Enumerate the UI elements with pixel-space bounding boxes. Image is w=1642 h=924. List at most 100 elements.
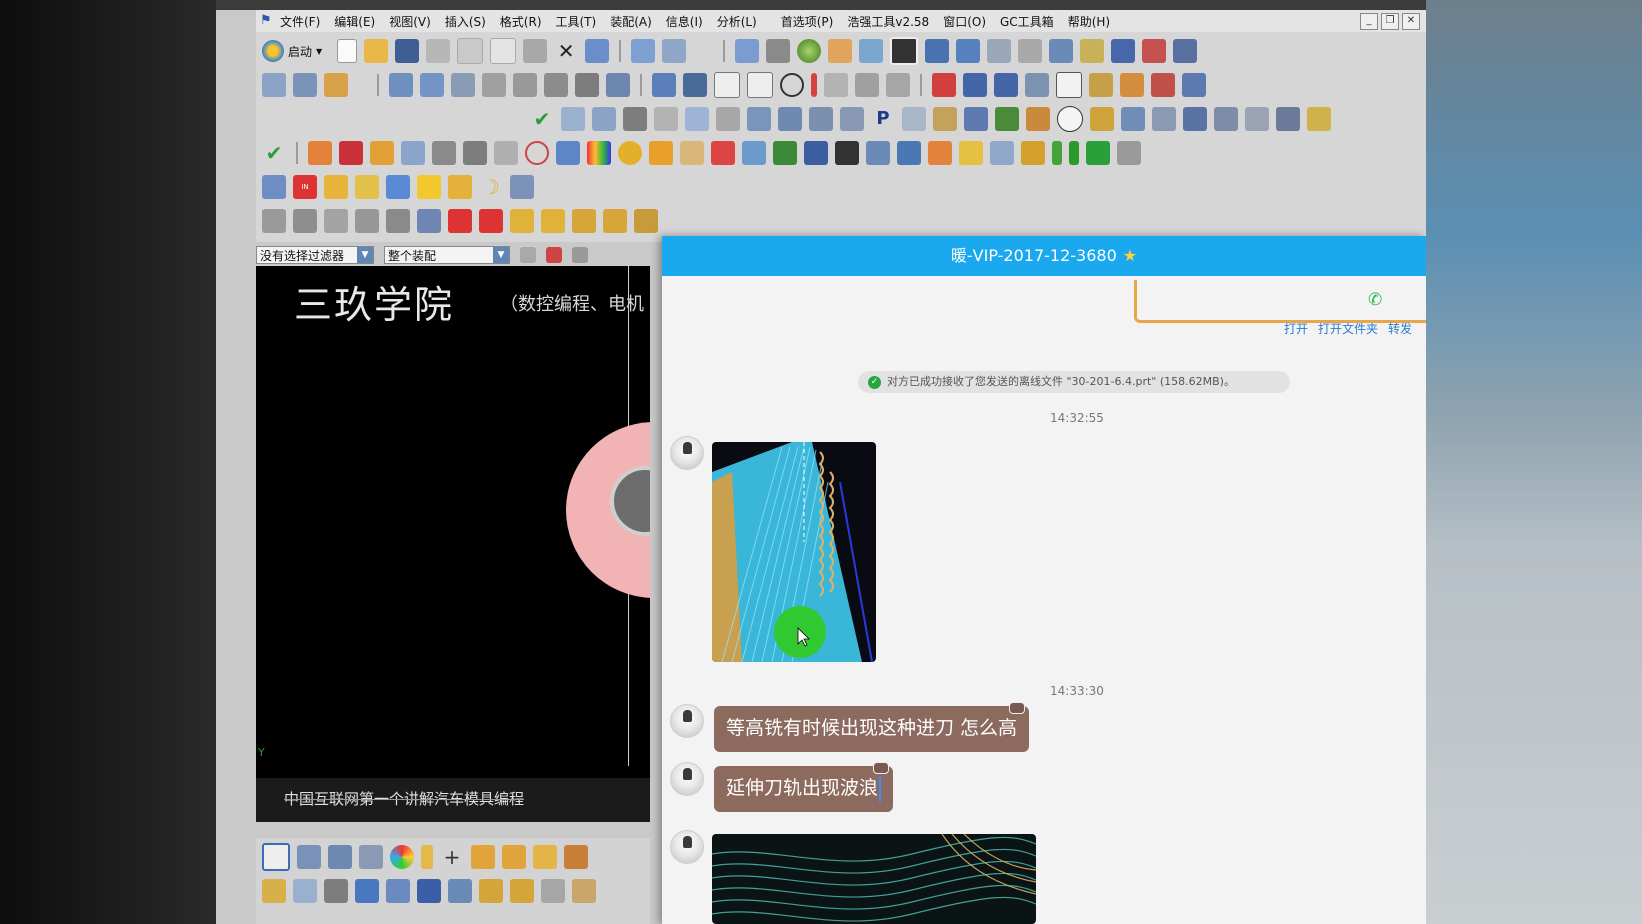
stack-2-icon[interactable] <box>572 209 596 233</box>
generate-toolpath-icon[interactable] <box>544 73 568 97</box>
cam-tool-icon[interactable] <box>324 73 348 97</box>
feature-22-icon[interactable] <box>959 141 983 165</box>
calculator-icon[interactable] <box>448 175 472 199</box>
wcs-icon[interactable] <box>925 39 950 63</box>
curve-icon[interactable] <box>811 73 817 97</box>
avatar[interactable] <box>670 704 704 738</box>
menu-format[interactable]: 格式(R) <box>500 13 542 30</box>
menu-haoqiang-tools[interactable]: 浩强工具v2.58 <box>847 13 929 30</box>
report-icon[interactable] <box>1182 73 1206 97</box>
operation-delete-icon[interactable] <box>513 73 537 97</box>
open-folder-icon[interactable] <box>364 39 389 63</box>
copy-icon[interactable] <box>490 38 517 64</box>
block-icon[interactable] <box>324 879 348 903</box>
feature-21-icon[interactable] <box>928 141 952 165</box>
restore-icon[interactable]: ❐ <box>1381 13 1399 30</box>
dxf-icon[interactable] <box>262 175 286 199</box>
feature-13-icon[interactable] <box>680 141 704 165</box>
color-wheel-icon[interactable] <box>390 845 414 869</box>
phone-icon[interactable]: ✆ <box>1368 290 1382 310</box>
mold-tool-17-icon[interactable] <box>1152 107 1176 131</box>
hatch-icon[interactable] <box>714 72 740 98</box>
ruler-icon[interactable] <box>1173 39 1198 63</box>
minimize-icon[interactable]: _ <box>1360 13 1378 30</box>
project-curve-icon[interactable] <box>855 73 879 97</box>
check-icon[interactable]: ✔ <box>530 107 554 131</box>
feature-15-icon[interactable] <box>742 141 766 165</box>
feature-16-icon[interactable] <box>773 141 797 165</box>
screen-icon[interactable] <box>386 175 410 199</box>
feature-6-icon[interactable] <box>463 141 487 165</box>
feature-27-icon[interactable] <box>1086 141 1110 165</box>
move-up-icon[interactable] <box>448 209 472 233</box>
move-down-icon[interactable] <box>479 209 503 233</box>
layer-stack-1-icon[interactable] <box>262 209 286 233</box>
feature-26-icon[interactable] <box>1069 141 1079 165</box>
menu-edit[interactable]: 编辑(E) <box>334 13 375 30</box>
operation-edit-icon[interactable] <box>420 73 444 97</box>
clone-icon[interactable] <box>510 879 534 903</box>
avatar[interactable] <box>670 762 704 796</box>
open-part-icon[interactable] <box>355 175 379 199</box>
feature-8-icon[interactable] <box>525 141 549 165</box>
mold-tool-21-icon[interactable] <box>1276 107 1300 131</box>
menu-assembly[interactable]: 装配(A) <box>610 13 652 30</box>
operation-create-icon[interactable] <box>389 73 413 97</box>
analysis-icon[interactable] <box>1080 39 1105 63</box>
file-forward-link[interactable]: 转发 <box>1388 320 1412 337</box>
feature-20-icon[interactable] <box>897 141 921 165</box>
feature-1-icon[interactable] <box>308 141 332 165</box>
feature-19-icon[interactable] <box>866 141 890 165</box>
feature-25-icon[interactable] <box>1052 141 1062 165</box>
link-icon[interactable] <box>386 879 410 903</box>
feature-4-icon[interactable] <box>401 141 425 165</box>
feature-9-icon[interactable] <box>556 141 580 165</box>
snap-point-icon[interactable] <box>1049 39 1074 63</box>
pencil-icon[interactable] <box>421 845 433 869</box>
explode-icon[interactable] <box>502 845 526 869</box>
add-part-icon[interactable] <box>355 879 379 903</box>
moon-icon[interactable]: ☽ <box>479 175 503 199</box>
hatch-fill-icon[interactable] <box>747 72 773 98</box>
bowtie-icon[interactable] <box>417 879 441 903</box>
mirror-icon[interactable] <box>471 845 495 869</box>
mold-tool-11-icon[interactable] <box>933 107 957 131</box>
image-message[interactable] <box>712 442 876 662</box>
circle-icon[interactable] <box>780 73 804 97</box>
menu-window[interactable]: 窗口(O) <box>943 13 986 30</box>
feature-12-icon[interactable] <box>649 141 673 165</box>
menu-analysis[interactable]: 分析(L) <box>717 13 757 30</box>
plus-icon[interactable]: + <box>440 845 464 869</box>
pattern-icon[interactable] <box>541 879 565 903</box>
avatar[interactable] <box>670 830 704 864</box>
view-mode-icon[interactable] <box>262 843 290 871</box>
number-icon[interactable] <box>510 175 534 199</box>
mold-tool-9-icon[interactable] <box>840 107 864 131</box>
pnc-icon[interactable]: P <box>871 107 895 131</box>
constraint-icon[interactable] <box>328 845 352 869</box>
play-forward-icon[interactable] <box>994 73 1018 97</box>
orient-view-icon[interactable] <box>766 39 791 63</box>
menu-tools[interactable]: 工具(T) <box>556 13 597 30</box>
layers-icon[interactable] <box>324 175 348 199</box>
undo-icon[interactable] <box>585 39 610 63</box>
info-list-icon[interactable] <box>1151 73 1175 97</box>
assembly-nav-icon[interactable] <box>297 845 321 869</box>
operation-paste-icon[interactable] <box>482 73 506 97</box>
background-color-icon[interactable] <box>890 37 919 65</box>
mold-tool-6-icon[interactable] <box>747 107 771 131</box>
print-icon[interactable] <box>426 39 451 63</box>
snap-filter-icon[interactable] <box>520 247 536 263</box>
snap-end-icon[interactable] <box>546 247 562 263</box>
inch-mm-icon[interactable]: IN <box>293 175 317 199</box>
play-icon[interactable] <box>932 73 956 97</box>
file-open-folder-link[interactable]: 打开文件夹 <box>1318 320 1378 337</box>
stack-4-icon[interactable] <box>634 209 658 233</box>
cam-setup-icon[interactable] <box>262 73 286 97</box>
component-icon[interactable] <box>359 845 383 869</box>
measure-icon[interactable] <box>1018 39 1043 63</box>
package-icon[interactable] <box>572 879 596 903</box>
feature-list-icon[interactable] <box>1120 73 1144 97</box>
menu-help[interactable]: 帮助(H) <box>1068 13 1110 30</box>
mold-tool-15-icon[interactable] <box>1090 107 1114 131</box>
